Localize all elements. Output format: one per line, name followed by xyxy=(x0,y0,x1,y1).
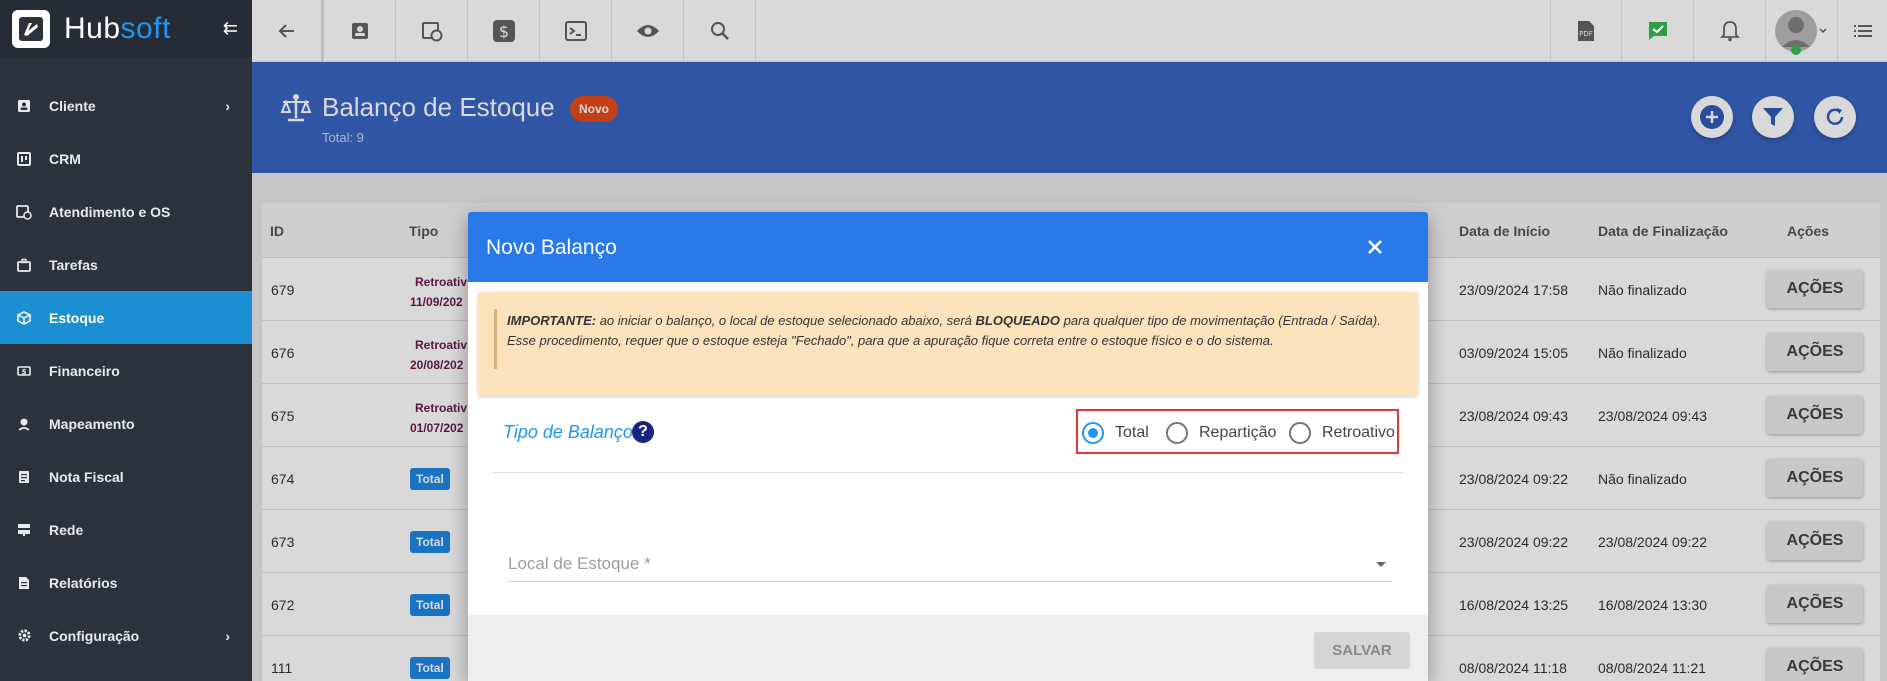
money-icon: $ xyxy=(16,363,32,379)
document-icon xyxy=(16,469,32,485)
sidebar-item-configuracao[interactable]: Configuração › xyxy=(0,609,252,662)
svg-text:PDF: PDF xyxy=(1579,30,1593,38)
brand-bar: Hubsoft ⇇ xyxy=(0,0,252,57)
radio-unchecked-icon xyxy=(1289,422,1311,444)
radio-reparticao[interactable]: Repartição xyxy=(1166,422,1276,444)
divider xyxy=(493,472,1403,473)
sidebar-item-label: Cliente xyxy=(49,97,96,114)
sidebar-item-label: Rede xyxy=(49,521,84,538)
calendar-clock-icon xyxy=(16,204,32,220)
sidebar-item-cliente[interactable]: Cliente › xyxy=(0,79,252,132)
pdf-file-icon[interactable]: PDF xyxy=(1550,0,1622,62)
sidebar-item-label: Relatórios xyxy=(49,574,118,591)
local-estoque-label: Local de Estoque * xyxy=(508,554,651,573)
radio-unchecked-icon xyxy=(1166,422,1188,444)
sidebar-item-atendimento[interactable]: Atendimento e OS xyxy=(0,185,252,238)
sidebar-item-tarefas[interactable]: Tarefas xyxy=(0,238,252,291)
sidebar-item-estoque[interactable]: Estoque xyxy=(0,291,252,344)
message-check-icon[interactable] xyxy=(1622,0,1694,62)
notice-text: IMPORTANTE: ao iniciar o balanço, o loca… xyxy=(507,313,1381,348)
gear-icon xyxy=(16,628,32,644)
contact-card-icon[interactable] xyxy=(324,0,396,62)
sidebar-item-mapeamento[interactable]: Mapeamento xyxy=(0,397,252,450)
dollar-icon[interactable]: $ xyxy=(468,0,540,62)
kanban-board-icon xyxy=(16,151,32,167)
dialog-header: Novo Balanço xyxy=(468,212,1428,282)
help-icon[interactable]: ? xyxy=(632,421,654,443)
box-icon xyxy=(16,310,32,326)
sidebar-item-label: Nota Fiscal xyxy=(49,468,124,485)
report-icon xyxy=(16,575,32,591)
user-avatar-icon[interactable] xyxy=(1766,0,1838,62)
brand-name: Hubsoft xyxy=(64,11,171,45)
terminal-icon[interactable] xyxy=(540,0,612,62)
back-arrow-icon[interactable] xyxy=(252,0,324,62)
sidebar-menu: Cliente › CRM Atendimento e OS Tarefas E… xyxy=(0,79,252,662)
svg-text:$: $ xyxy=(498,22,508,41)
tipo-balanco-label: Tipo de Balanço xyxy=(503,422,633,442)
eye-icon[interactable] xyxy=(612,0,684,62)
server-icon xyxy=(16,522,32,538)
sidebar-item-label: Atendimento e OS xyxy=(49,203,171,220)
hubsoft-logo-icon[interactable] xyxy=(12,9,50,48)
list-menu-icon[interactable] xyxy=(1838,0,1887,62)
tipo-balanco-radio-group: Total Repartição Retroativo xyxy=(1076,409,1399,454)
radio-checked-icon xyxy=(1082,422,1104,444)
svg-text:$: $ xyxy=(22,368,27,376)
sidebar-item-financeiro[interactable]: $ Financeiro xyxy=(0,344,252,397)
contact-card-icon xyxy=(16,98,32,114)
caret-down-icon xyxy=(1376,562,1386,567)
novo-balanco-dialog: Novo Balanço IMPORTANTE: ao iniciar o ba… xyxy=(468,212,1428,681)
map-pin-icon xyxy=(16,416,32,432)
chevron-right-icon: › xyxy=(225,627,230,644)
important-notice: IMPORTANTE: ao iniciar o balanço, o loca… xyxy=(478,292,1418,396)
sidebar: Hubsoft ⇇ Cliente › CRM Atendimento e OS… xyxy=(0,0,252,681)
sidebar-item-crm[interactable]: CRM xyxy=(0,132,252,185)
save-button[interactable]: SALVAR xyxy=(1314,632,1410,669)
sidebar-item-label: Configuração xyxy=(49,627,140,644)
sidebar-item-label: Mapeamento xyxy=(49,415,135,432)
sidebar-item-label: Financeiro xyxy=(49,362,120,379)
sidebar-item-label: Estoque xyxy=(49,309,105,326)
radio-retroativo[interactable]: Retroativo xyxy=(1289,422,1395,444)
sidebar-item-label: Tarefas xyxy=(49,256,98,273)
local-estoque-select[interactable]: Local de Estoque * xyxy=(508,542,1392,582)
dialog-title: Novo Balanço xyxy=(486,236,617,259)
bell-icon[interactable] xyxy=(1694,0,1766,62)
dialog-footer: SALVAR xyxy=(468,615,1428,681)
sidebar-item-label: CRM xyxy=(49,150,81,167)
topbar: $ PDF xyxy=(252,0,1887,62)
chevron-right-icon: › xyxy=(225,97,230,114)
search-icon[interactable] xyxy=(684,0,756,62)
collapse-sidebar-icon[interactable]: ⇇ xyxy=(223,18,238,39)
calendar-clock-icon[interactable] xyxy=(396,0,468,62)
notice-accent-bar xyxy=(494,309,497,369)
briefcase-icon xyxy=(16,257,32,273)
sidebar-item-nota-fiscal[interactable]: Nota Fiscal xyxy=(0,450,252,503)
close-icon[interactable] xyxy=(1362,234,1388,260)
sidebar-item-rede[interactable]: Rede xyxy=(0,503,252,556)
radio-total[interactable]: Total xyxy=(1082,422,1149,444)
sidebar-item-relatorios[interactable]: Relatórios xyxy=(0,556,252,609)
